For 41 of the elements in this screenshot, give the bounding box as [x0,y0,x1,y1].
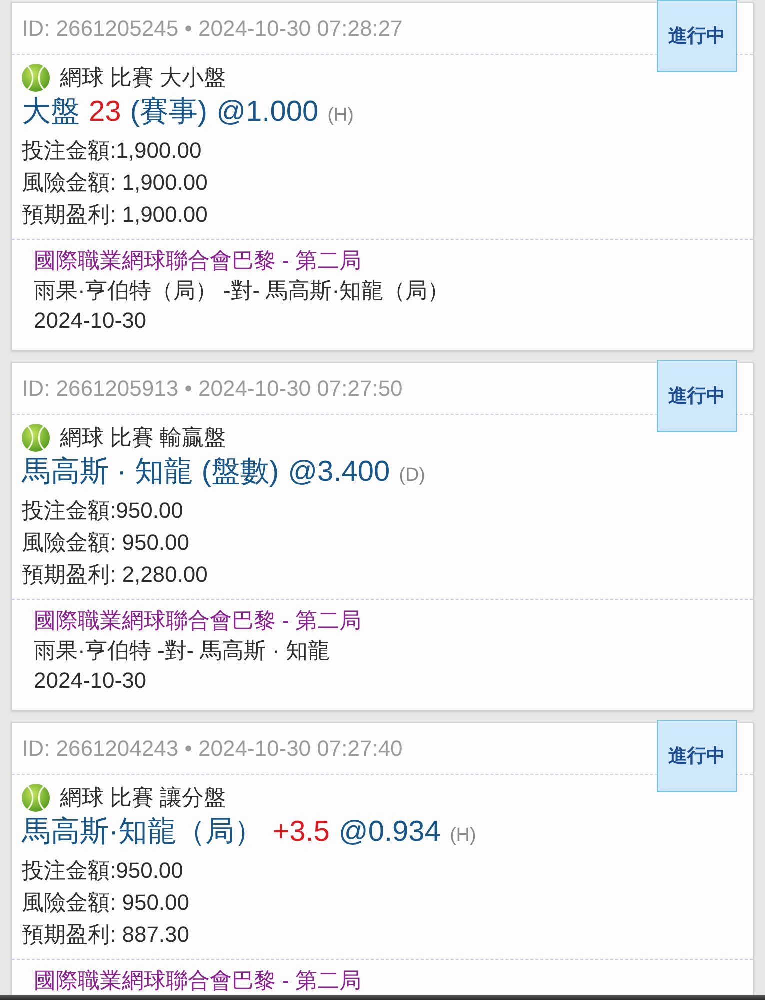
period-text: (賽事) [130,95,208,130]
status-badge: 進行中 [657,720,737,792]
bet-id-text: ID: 2661205913 • 2024-10-30 07:27:50 [22,376,403,402]
market-category-text: 網球 比賽 輸贏盤 [60,424,226,452]
stake-amount-text: 投注金額:950.00 [22,857,184,885]
matchup-text: 雨果·亨伯特（局） -對- 馬高斯·知龍（局） [34,277,451,305]
risk-amount-text: 風險金額: 950.00 [22,529,191,557]
match-date-text: 2024-10-30 [34,307,148,335]
expected-profit-text: 預期盈利: 2,280.00 [22,561,209,589]
side-label: (H) [450,824,476,848]
status-badge: 進行中 [657,0,737,72]
matchup-text: 雨果·亨伯特 -對- 馬高斯 · 知龍 [34,637,331,665]
match-date-text: 2024-10-30 [34,667,148,695]
tennis-ball-icon [22,784,50,812]
handicap-value: 23 [89,95,122,130]
bet-id-text: ID: 2661204243 • 2024-10-30 07:27:40 [22,736,403,762]
pick-text: 大盤 [22,95,80,130]
status-badge: 進行中 [657,360,737,432]
risk-amount-text: 風險金額: 950.00 [22,889,191,917]
bet-id-text: ID: 2661205245 • 2024-10-30 07:28:27 [22,16,403,42]
league-text: 國際職業網球聯合會巴黎 - 第二局 [34,969,363,993]
market-category-text: 網球 比賽 讓分盤 [60,784,226,812]
handicap-value: +3.5 [272,815,330,850]
league-text: 國際職業網球聯合會巴黎 - 第二局 [34,249,363,273]
tennis-ball-icon [22,424,50,452]
league-text: 國際職業網球聯合會巴黎 - 第二局 [34,609,363,633]
odds-value: @1.000 [216,95,319,130]
expected-profit-text: 預期盈利: 1,900.00 [22,201,209,229]
side-label: (H) [328,104,354,128]
odds-value: @3.400 [288,455,390,490]
market-category-text: 網球 比賽 大小盤 [60,64,226,92]
risk-amount-text: 風險金額: 1,900.00 [22,169,209,197]
expected-profit-text: 預期盈利: 887.30 [22,921,191,949]
pick-text: 馬高斯·知龍（局） [22,815,264,850]
period-text: (盤數) [202,455,280,490]
pick-text: 馬高斯 · 知龍 [22,455,193,490]
tennis-ball-icon [22,64,50,92]
odds-value: @0.934 [338,815,441,850]
stake-amount-text: 投注金額:1,900.00 [22,137,203,165]
stake-amount-text: 投注金額:950.00 [22,497,184,525]
side-label: (D) [399,464,426,488]
